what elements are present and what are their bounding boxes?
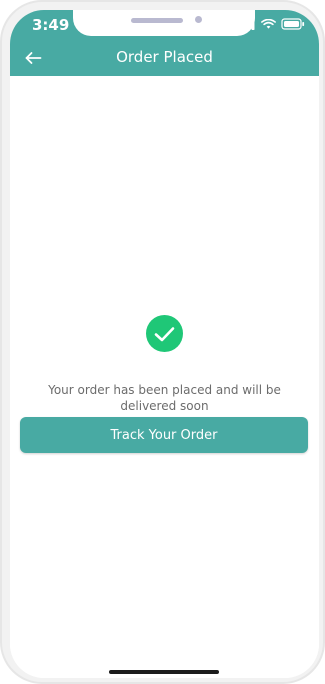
screen: 3:49 Order Placed Your order has been pl… xyxy=(10,10,319,678)
home-indicator xyxy=(109,670,219,674)
check-icon xyxy=(154,326,175,341)
device-notch xyxy=(73,10,255,36)
time-text: 3:49 xyxy=(32,16,70,34)
track-order-button[interactable]: Track Your Order xyxy=(20,417,308,453)
app-header: 3:49 Order Placed xyxy=(10,10,319,76)
phone-frame: 3:49 Order Placed Your order has been pl… xyxy=(0,0,325,684)
check-circle-icon xyxy=(146,315,183,352)
battery-icon xyxy=(281,18,305,30)
notch-camera xyxy=(195,16,202,23)
confirmation-message: Your order has been placed and will be d… xyxy=(48,383,281,413)
notch-speaker xyxy=(131,18,183,23)
order-confirmation: Your order has been placed and will be d… xyxy=(10,76,319,678)
wifi-icon xyxy=(261,18,276,29)
page-title: Order Placed xyxy=(116,48,213,66)
